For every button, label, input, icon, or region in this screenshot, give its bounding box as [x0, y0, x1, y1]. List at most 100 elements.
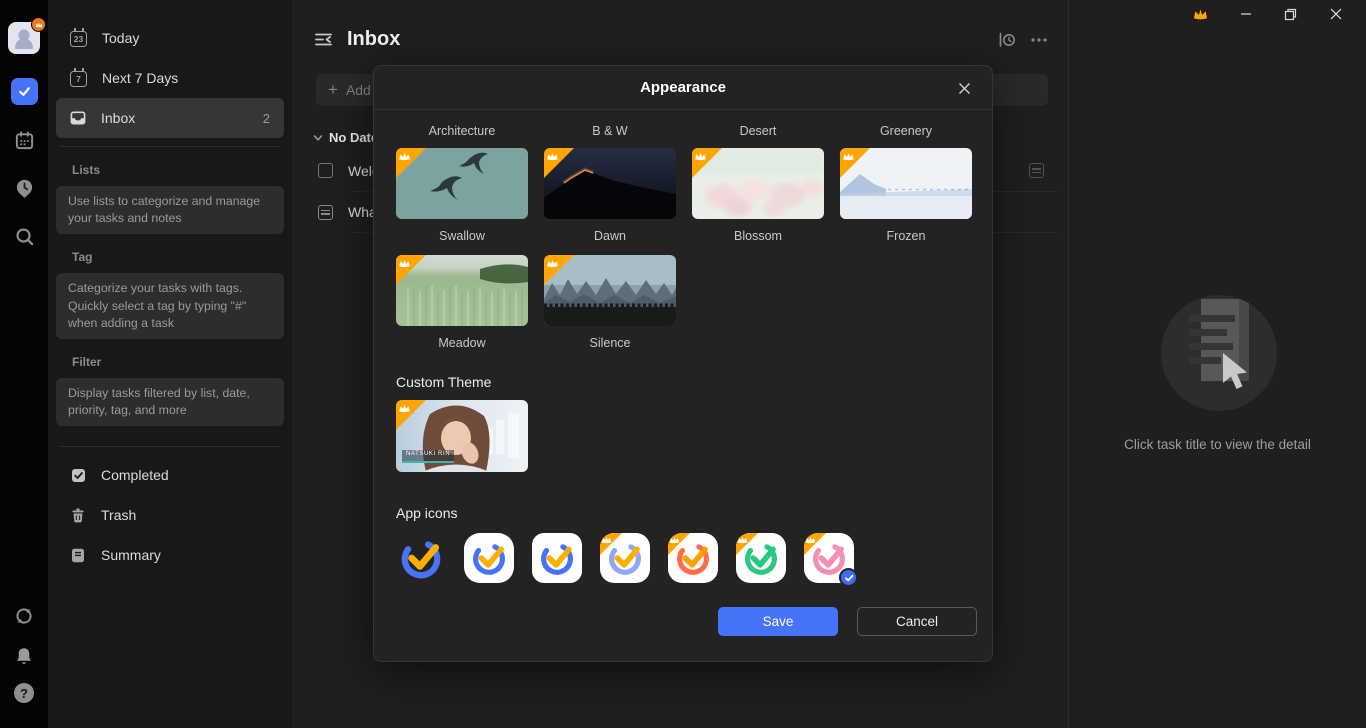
- selected-check-badge: [839, 568, 858, 587]
- sidebar-item-today[interactable]: 23 Today: [56, 18, 284, 58]
- theme-cell-meadow: Meadow: [396, 255, 528, 352]
- app-icon-option-5[interactable]: [668, 533, 718, 583]
- crown-icon: [694, 152, 707, 161]
- filter-hint-card: Display tasks filtered by list, date, pr…: [56, 378, 284, 426]
- page-title: Inbox: [347, 28, 400, 51]
- theme-frozen-thumbnail[interactable]: [840, 148, 972, 219]
- collapse-sidebar-icon[interactable]: [313, 29, 334, 50]
- ticktick-logo-icon: [600, 533, 650, 583]
- minimize-button[interactable]: [1223, 0, 1268, 28]
- notifications-button[interactable]: [0, 643, 48, 669]
- task-checkbox[interactable]: [318, 163, 333, 178]
- sidebar-divider: [60, 146, 280, 147]
- more-options-icon[interactable]: [1030, 31, 1048, 49]
- plus-icon: +: [328, 81, 338, 98]
- window-titlebar: [1178, 0, 1366, 28]
- app-icon-option-2[interactable]: [464, 533, 514, 583]
- nav-tasks[interactable]: [0, 78, 48, 105]
- sidebar-item-next7days[interactable]: 7 Next 7 Days: [56, 58, 284, 98]
- calendar-week-icon: 7: [70, 71, 87, 87]
- section-title-tag[interactable]: Tag: [72, 250, 268, 264]
- theme-name: Meadow: [396, 336, 528, 352]
- theme-swallow-thumbnail[interactable]: [396, 148, 528, 219]
- crown-icon: [805, 536, 816, 544]
- restore-button[interactable]: [1268, 0, 1313, 28]
- section-title-lists[interactable]: Lists: [72, 163, 268, 177]
- search-icon: [11, 223, 37, 249]
- ticktick-logo-icon: [736, 533, 786, 583]
- sidebar-item-trash[interactable]: Trash: [56, 495, 284, 535]
- theme-category: Architecture: [396, 124, 528, 140]
- cancel-button[interactable]: Cancel: [857, 607, 977, 636]
- sidebar-item-inbox[interactable]: Inbox 2: [56, 98, 284, 138]
- theme-blossom-thumbnail[interactable]: [692, 148, 824, 219]
- dialog-footer: Save Cancel: [396, 607, 970, 636]
- calendar-today-icon: 23: [70, 31, 87, 47]
- crown-icon: [1192, 7, 1209, 21]
- nav-search[interactable]: [0, 223, 48, 249]
- sidebar-item-completed[interactable]: Completed: [56, 455, 284, 495]
- help-icon: ?: [14, 683, 34, 703]
- ticktick-logo-icon: [668, 533, 718, 583]
- sidebar-item-label: Trash: [101, 507, 136, 523]
- premium-crown-badge: [396, 400, 426, 430]
- premium-crown-badge: [600, 533, 622, 555]
- premium-crown-button[interactable]: [1178, 0, 1223, 28]
- sync-button[interactable]: [0, 603, 48, 629]
- premium-crown-badge: [840, 148, 870, 178]
- theme-name: Frozen: [840, 229, 972, 245]
- ticktick-logo-icon: [396, 533, 446, 583]
- app-icon-option-7-selected[interactable]: [804, 533, 854, 583]
- theme-dawn-thumbnail[interactable]: [544, 148, 676, 219]
- ticktick-logo-icon: [532, 533, 582, 583]
- sidebar-divider: [60, 446, 280, 447]
- theme-name: Swallow: [396, 229, 528, 245]
- premium-crown-badge: [544, 148, 574, 178]
- theme-name: Silence: [544, 336, 676, 352]
- premium-crown-badge: [396, 148, 426, 178]
- empty-state-illustration: [1161, 295, 1277, 416]
- inbox-count-badge: 2: [263, 111, 270, 126]
- app-icon-option-6[interactable]: [736, 533, 786, 583]
- premium-crown-badge: [736, 533, 758, 555]
- close-window-button[interactable]: [1313, 0, 1358, 28]
- note-indicator-icon: [1027, 163, 1044, 178]
- avatar[interactable]: [8, 22, 40, 54]
- app-window: ? 23 Today 7 Next 7 Days Inbox 2 Lists U…: [0, 0, 1366, 728]
- account-avatar[interactable]: [0, 22, 48, 54]
- app-icon-option-1[interactable]: [396, 533, 446, 583]
- group-header-label: No Date: [329, 130, 378, 145]
- premium-crown-badge: [396, 255, 426, 285]
- sort-by-time-icon[interactable]: [997, 30, 1016, 49]
- theme-meadow-thumbnail[interactable]: [396, 255, 528, 326]
- save-button[interactable]: Save: [718, 607, 838, 636]
- help-button[interactable]: ?: [0, 683, 48, 703]
- crown-icon: [546, 259, 559, 268]
- app-icon-option-3[interactable]: [532, 533, 582, 583]
- theme-category: B & W: [544, 124, 676, 140]
- crown-icon: [601, 536, 612, 544]
- app-icons-title: App icons: [396, 505, 970, 521]
- custom-theme-thumbnail[interactable]: NATSUKI RIN: [396, 400, 528, 472]
- custom-theme-caption: NATSUKI RIN: [402, 450, 454, 463]
- crown-icon: [737, 536, 748, 544]
- theme-cell-frozen: Greenery Frozen: [840, 116, 972, 245]
- nav-focus[interactable]: [0, 175, 48, 201]
- premium-crown-badge: [544, 255, 574, 285]
- nav-calendar[interactable]: [0, 127, 48, 153]
- sidebar-item-label: Completed: [101, 467, 169, 483]
- sidebar-item-summary[interactable]: Summary: [56, 535, 284, 575]
- app-icon-option-4[interactable]: [600, 533, 650, 583]
- section-title-filter[interactable]: Filter: [72, 355, 268, 369]
- theme-silence-thumbnail[interactable]: [544, 255, 676, 326]
- theme-name: Blossom: [692, 229, 824, 245]
- theme-cell-swallow: Architecture Swallow: [396, 116, 528, 245]
- theme-category: Greenery: [840, 124, 972, 140]
- completed-checkbox-icon: [70, 467, 86, 483]
- group-header-no-date[interactable]: No Date: [313, 130, 378, 145]
- note-icon: [318, 205, 333, 220]
- premium-crown-badge: [804, 533, 826, 555]
- premium-crown-badge: [692, 148, 722, 178]
- close-dialog-button[interactable]: [954, 78, 974, 98]
- sidebar-item-label: Next 7 Days: [102, 70, 178, 86]
